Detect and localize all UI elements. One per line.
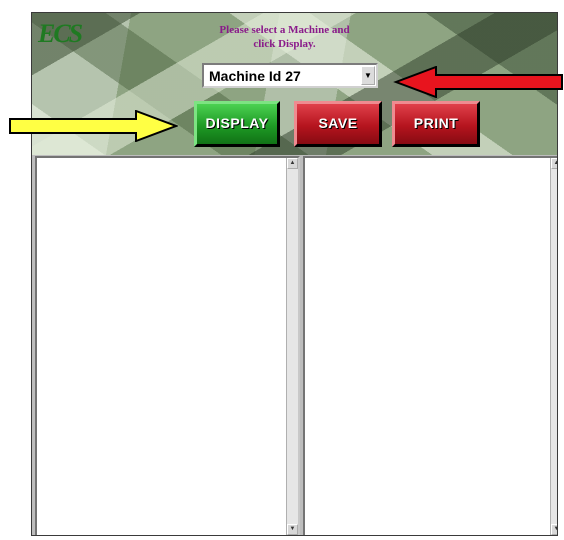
- red-arrow-icon: [393, 66, 563, 98]
- instruction-line-2: click Display.: [253, 38, 316, 50]
- instruction-line-1: Please select a Machine and: [219, 24, 350, 36]
- print-button[interactable]: PRINT: [392, 101, 480, 147]
- ecs-logo: ECS: [38, 19, 83, 48]
- left-pane-scrollbar[interactable]: ▲ ▼: [286, 158, 298, 535]
- scroll-down-icon[interactable]: ▼: [287, 524, 298, 535]
- instruction-text: Please select a Machine and click Displa…: [197, 23, 372, 51]
- scroll-up-icon[interactable]: ▲: [287, 158, 298, 169]
- display-button[interactable]: DISPLAY: [194, 101, 280, 147]
- save-button[interactable]: SAVE: [294, 101, 382, 147]
- machine-select-value: Machine Id 27: [209, 68, 301, 84]
- chevron-down-icon[interactable]: ▼: [361, 66, 375, 85]
- yellow-arrow-icon: [9, 110, 178, 142]
- right-pane-scrollbar[interactable]: ▲ ▼: [550, 158, 557, 535]
- scroll-down-icon[interactable]: ▼: [551, 524, 557, 535]
- scroll-up-icon[interactable]: ▲: [551, 158, 557, 169]
- left-output-pane[interactable]: ▲ ▼: [35, 156, 300, 535]
- right-output-pane[interactable]: ▲ ▼: [303, 156, 557, 535]
- machine-select[interactable]: Machine Id 27 ▼: [202, 63, 378, 88]
